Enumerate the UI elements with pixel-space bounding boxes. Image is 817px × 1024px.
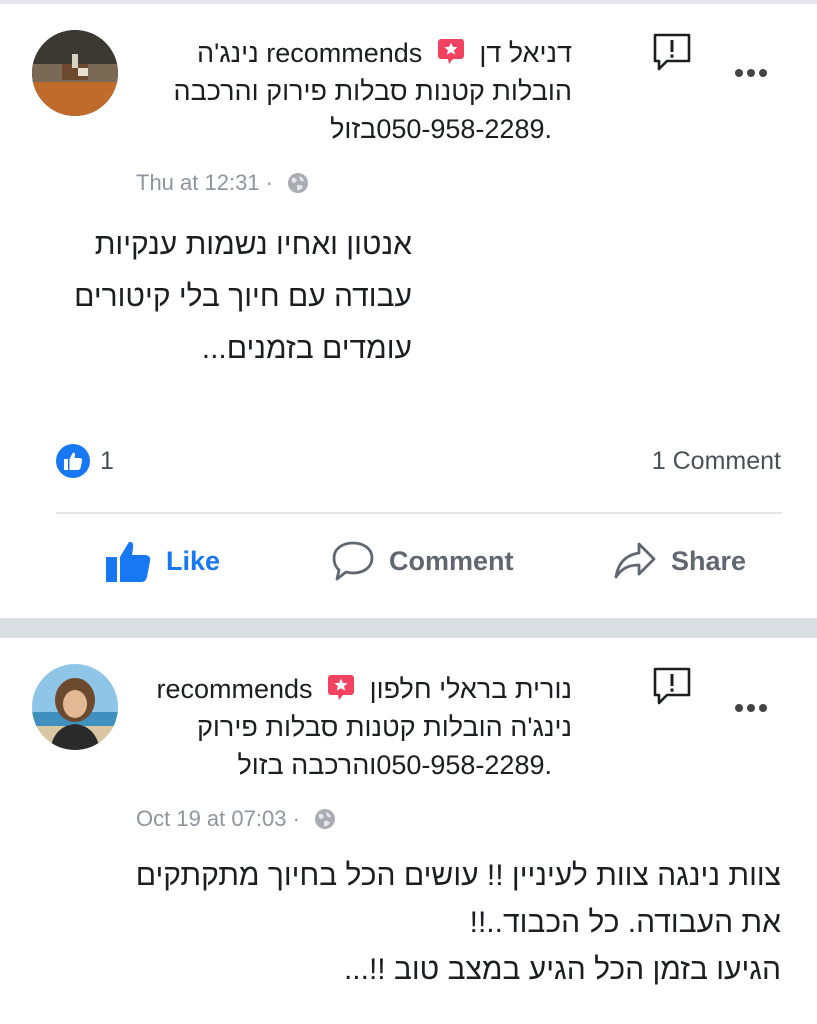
like-count: 1 <box>100 446 114 475</box>
post-meta: Thu at 12:31 · <box>136 170 309 196</box>
avatar[interactable] <box>32 30 118 116</box>
timestamp[interactable]: Thu at 12:31 <box>136 170 260 195</box>
business-line[interactable]: .050-958-2289והרכבה בזול <box>156 746 552 784</box>
business-line[interactable]: נינג'ה הובלות קטנות סבלות פירוק <box>156 708 572 746</box>
reaction-summary[interactable]: 1 <box>56 443 114 479</box>
recommendation-badge-icon <box>437 39 464 64</box>
author-name[interactable]: נורית בראלי חלפון <box>370 674 572 704</box>
comment-button[interactable]: Comment <box>331 538 514 584</box>
post-body: צוות נינגה צוות לעיניין !! עושים הכל בחי… <box>136 852 781 993</box>
report-icon[interactable] <box>651 32 693 72</box>
post-header: דניאל דן recommends נינג'ה הובלות קטנות … <box>174 34 573 148</box>
share-label: Share <box>671 545 747 576</box>
more-options-icon[interactable] <box>733 702 769 714</box>
recommendation-post: דניאל דן recommends נינג'ה הובלות קטנות … <box>0 4 817 618</box>
comment-icon <box>332 541 374 581</box>
post-body-line: עומדים בזמנים... <box>201 332 412 365</box>
globe-icon <box>315 809 336 829</box>
post-body: אנטון ואחיו נשמות ענקיות עבודה עם חיוך ב… <box>74 219 412 375</box>
business-line[interactable]: .050-958-2289בזול <box>174 110 552 148</box>
share-icon <box>614 542 656 579</box>
globe-icon <box>288 173 309 193</box>
recommends-label: recommends <box>156 674 313 704</box>
post-body-line: צוות נינגה צוות לעיניין !! עושים הכל בחי… <box>135 859 781 892</box>
post-body-line: עבודה עם חיוך בלי קיטורים <box>74 280 412 313</box>
business-name[interactable]: נינג'ה <box>197 38 259 68</box>
share-button[interactable]: Share <box>613 538 746 584</box>
like-label: Like <box>166 545 221 576</box>
like-reaction-icon <box>56 444 90 478</box>
comment-label: Comment <box>389 545 514 576</box>
report-icon[interactable] <box>651 666 693 706</box>
post-meta: Oct 19 at 07:03 · <box>136 806 336 832</box>
more-options-icon[interactable] <box>733 67 769 79</box>
post-body-line: הגיעו בזמן הכל הגיע במצב טוב !!... <box>343 953 781 986</box>
recommendation-badge-icon <box>328 675 355 700</box>
timestamp[interactable]: Oct 19 at 07:03 <box>136 806 286 831</box>
author-name[interactable]: דניאל דן <box>479 38 572 68</box>
post-separator <box>0 618 817 638</box>
avatar[interactable] <box>32 664 118 750</box>
like-button[interactable]: Like <box>106 538 220 584</box>
business-line[interactable]: הובלות קטנות סבלות פירוק והרכבה <box>174 72 573 110</box>
post-header: נורית בראלי חלפון recommends נינג'ה הובל… <box>156 670 572 784</box>
recommends-label: recommends <box>266 38 423 68</box>
post-body-line: את העבודה. כל הכבוד..!! <box>469 906 781 939</box>
post-body-line: אנטון ואחיו נשמות ענקיות <box>94 228 412 261</box>
recommendation-post: נורית בראלי חלפון recommends נינג'ה הובל… <box>0 638 817 1024</box>
comment-count[interactable]: 1 Comment <box>652 447 781 476</box>
divider <box>56 512 782 514</box>
thumbs-up-icon <box>106 541 151 582</box>
